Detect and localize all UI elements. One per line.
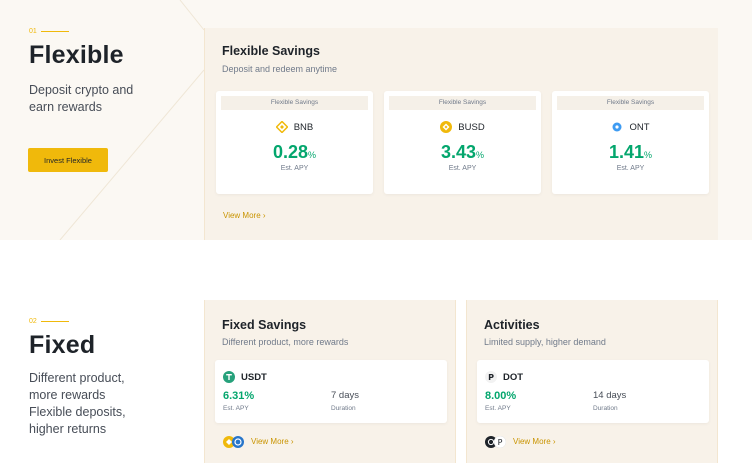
coin-stack-icons: P [485, 435, 507, 449]
savings-card-bnb[interactable]: Flexible Savings BNB 0.28% Est. APY [216, 91, 373, 194]
svg-text:P: P [498, 438, 503, 447]
flexible-intro: 01 Flexible Deposit crypto and earn rewa… [29, 28, 133, 116]
panel-subtitle: Limited supply, higher demand [484, 337, 606, 347]
view-more-link[interactable]: View More › [513, 437, 556, 446]
invest-flexible-button[interactable]: Invest Flexible [28, 148, 108, 172]
panel-title: Fixed Savings [222, 318, 307, 332]
savings-card-busd[interactable]: Flexible Savings BUSD 3.43% Est. APY [384, 91, 541, 194]
panel-subtitle: Different product, more rewards [222, 337, 349, 347]
view-more-link[interactable]: View More › [223, 211, 266, 220]
section-title: Flexible [29, 41, 124, 69]
rate-value: 6.31% [223, 390, 255, 402]
card-header: Flexible Savings [221, 96, 368, 110]
section-number: 01 [29, 28, 133, 35]
apy-value: 0.28% [272, 142, 317, 162]
panel-subtitle: Deposit and redeem anytime [222, 64, 338, 74]
flexible-section: 01 Flexible Deposit crypto and earn rewa… [0, 0, 752, 240]
rate-label: Est. APY [485, 405, 511, 412]
duration-value: 14 days [593, 390, 627, 401]
fixed-section: 02 Fixed Different product, more rewards… [0, 300, 752, 463]
apy-value: 3.43% [440, 142, 485, 162]
coin-name: BNB [293, 121, 314, 133]
view-more-link[interactable]: View More › [251, 437, 294, 446]
coin-name: ONT [629, 121, 650, 133]
fixed-intro: 02 Fixed Different product, more rewards… [29, 318, 126, 438]
bnb-icon [275, 121, 288, 133]
panel-title: Flexible Savings [222, 44, 320, 58]
apy-label: Est. APY [616, 165, 645, 172]
duration-label: Duration [331, 405, 356, 412]
section-description: Different product, more rewards Flexible… [29, 371, 126, 436]
activities-panel: Activities Limited supply, higher demand… [466, 300, 718, 463]
fixed-product-card-usdt[interactable]: USDT 6.31% Est. APY 7 days Duration [215, 360, 447, 423]
coin-name: DOT [503, 371, 524, 383]
apy-value: 1.41% [608, 142, 653, 162]
duration-value: 7 days [331, 390, 359, 401]
ont-icon [612, 122, 622, 132]
dot-icon: P [493, 435, 507, 453]
section-number: 02 [29, 318, 126, 325]
flexible-savings-panel: Flexible Savings Deposit and redeem anyt… [204, 28, 718, 240]
panel-title: Activities [484, 318, 540, 332]
busd-icon [440, 121, 453, 133]
usdt-icon [223, 371, 235, 383]
duration-label: Duration [593, 405, 618, 412]
section-title: Fixed [29, 331, 96, 359]
rate-value: 8.00% [485, 390, 517, 402]
svg-text:P: P [488, 373, 494, 382]
activity-card-dot[interactable]: P DOT 8.00% Est. APY 14 days Duration [477, 360, 709, 423]
section-description: Deposit crypto and earn rewards [29, 83, 134, 114]
fixed-savings-panel: Fixed Savings Different product, more re… [204, 300, 456, 463]
usdc-icon [232, 435, 244, 453]
savings-card-ont[interactable]: Flexible Savings ONT 1.41% Est. APY [552, 91, 709, 194]
coin-stack-icons [223, 435, 245, 448]
coin-name: USDT [241, 371, 267, 383]
dot-icon: P [485, 371, 497, 383]
apy-label: Est. APY [280, 165, 309, 172]
coin-name: BUSD [458, 121, 485, 133]
apy-label: Est. APY [448, 165, 477, 172]
rate-label: Est. APY [223, 405, 249, 412]
card-header: Flexible Savings [557, 96, 704, 110]
card-header: Flexible Savings [389, 96, 536, 110]
